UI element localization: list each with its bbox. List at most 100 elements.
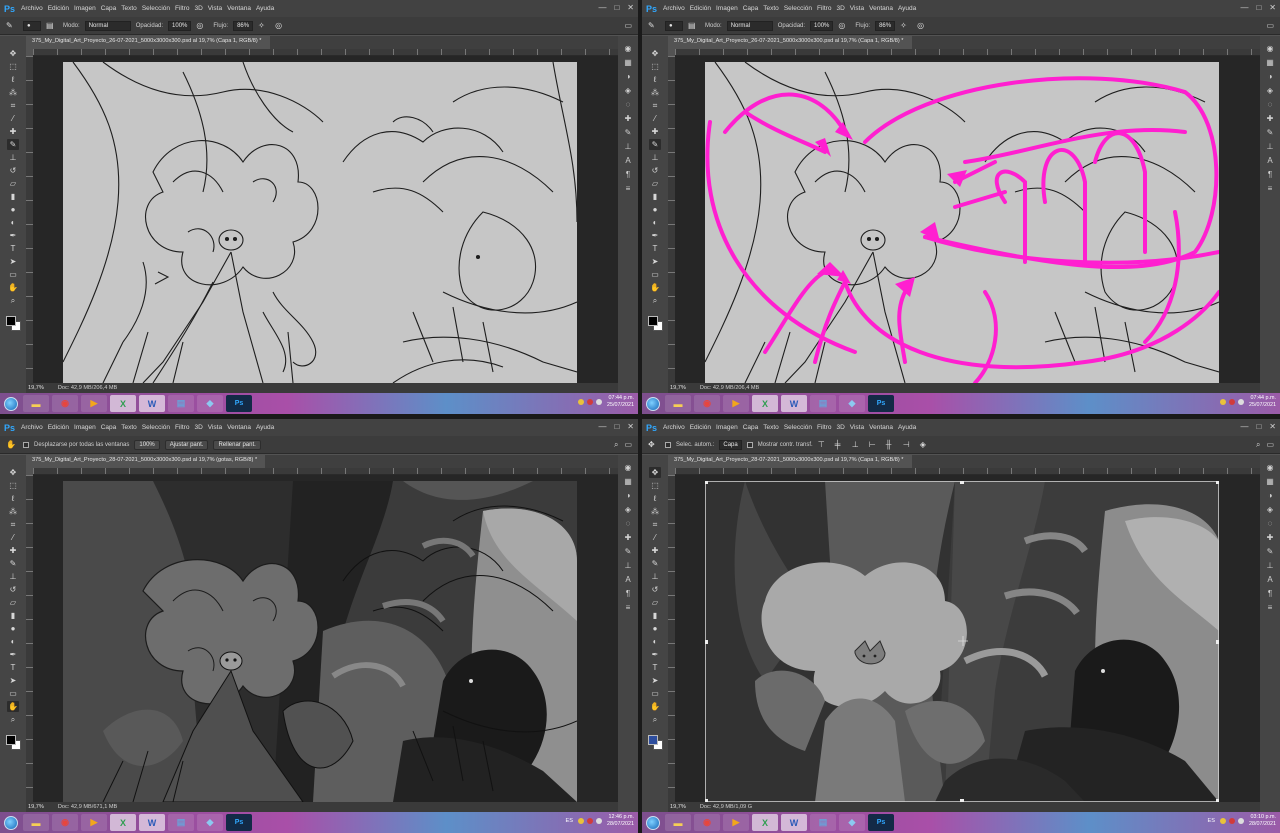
menu-ayuda[interactable]: Ayuda (898, 5, 921, 12)
security-icon[interactable] (1229, 399, 1236, 405)
history-brush-icon[interactable]: ↺ (649, 584, 661, 595)
healing-icon[interactable]: ✚ (649, 545, 661, 556)
menu-ayuda[interactable]: Ayuda (256, 5, 279, 12)
airbrush-icon[interactable]: ✧ (900, 21, 912, 31)
paragraph-icon[interactable]: ¶ (623, 589, 633, 599)
menu-texto[interactable]: Texto (763, 5, 784, 12)
color-panel-icon[interactable]: ◉ (623, 44, 633, 54)
pressure-size-icon[interactable]: ◎ (275, 21, 287, 31)
menu-edicion[interactable]: Edición (48, 424, 74, 431)
minimize-button[interactable]: — (1240, 3, 1248, 12)
blur-icon[interactable]: ● (649, 204, 661, 215)
volume-icon[interactable] (596, 399, 603, 405)
zoom-icon[interactable]: ⌕ (649, 295, 661, 306)
document-tab[interactable]: 375_My_Digital_Art_Proyecto_28-07-2021_5… (668, 455, 912, 468)
menu-edicion[interactable]: Edición (690, 424, 716, 431)
document-tab[interactable]: 375_My_Digital_Art_Proyecto_28-07-2021_5… (26, 455, 266, 468)
move-tool-preset-icon[interactable]: ✥ (648, 440, 660, 450)
eyedropper-icon[interactable]: ⁄ (649, 113, 661, 124)
clock[interactable]: 12:46 p.m. 28/07/2021 (607, 814, 634, 828)
healing-icon[interactable]: ✚ (649, 126, 661, 137)
marquee-icon[interactable]: ⬚ (649, 61, 661, 72)
menu-archivo[interactable]: Archivo (21, 5, 48, 12)
menu-vista[interactable]: Vista (850, 424, 869, 431)
foreground-color-swatch[interactable] (648, 316, 658, 326)
flow-field[interactable]: 86% (233, 20, 254, 31)
clone-stamp-icon[interactable]: ⊥ (7, 152, 19, 163)
hand-icon[interactable]: ✋ (649, 282, 661, 293)
menu-ventana[interactable]: Ventana (869, 424, 898, 431)
align-middle-icon[interactable]: ╪ (835, 440, 847, 450)
menu-imagen[interactable]: Imagen (716, 5, 743, 12)
menu-filtro[interactable]: Filtro (175, 5, 194, 12)
pen-icon[interactable]: ✒ (649, 649, 661, 660)
dodge-icon[interactable]: ◐ (7, 636, 19, 647)
channels-icon[interactable]: ◌ (1265, 519, 1275, 529)
history-brush-icon[interactable]: ↺ (649, 165, 661, 176)
menu-imagen[interactable]: Imagen (74, 424, 101, 431)
media-player-taskbar-icon[interactable]: ▶ (81, 395, 107, 412)
healing-icon[interactable]: ✚ (7, 126, 19, 137)
menu-imagen[interactable]: Imagen (74, 5, 101, 12)
fill-screen-button[interactable]: Rellenar pant. (213, 439, 261, 450)
adjustments-icon[interactable]: ◑ (1265, 491, 1275, 501)
layers-icon[interactable]: ◈ (1265, 505, 1275, 515)
character-icon[interactable]: A (1265, 575, 1275, 585)
eyedropper-icon[interactable]: ⁄ (649, 532, 661, 543)
menu-3d[interactable]: 3D (836, 5, 849, 12)
photoshop-taskbar-icon[interactable]: Ps (868, 814, 894, 831)
maximize-button[interactable]: □ (614, 3, 619, 12)
eraser-icon[interactable]: ▱ (649, 178, 661, 189)
network-icon[interactable] (1220, 818, 1227, 824)
swatches-icon[interactable]: ▦ (623, 58, 633, 68)
minimize-button[interactable]: — (598, 422, 606, 431)
gradient-icon[interactable]: ▮ (649, 610, 661, 621)
type-icon[interactable]: T (7, 243, 19, 254)
menu-vista[interactable]: Vista (208, 424, 227, 431)
canvas-area[interactable] (33, 56, 618, 383)
brush-icon[interactable]: ✎ (7, 139, 19, 150)
layers-icon[interactable]: ◈ (623, 505, 633, 515)
menu-3d[interactable]: 3D (836, 424, 849, 431)
crop-icon[interactable]: ⌗ (649, 519, 661, 530)
channels-icon[interactable]: ◌ (1265, 100, 1275, 110)
start-button[interactable] (2, 395, 20, 412)
hand-tool-preset-icon[interactable]: ✋ (6, 440, 18, 450)
canvas-artwork[interactable] (63, 62, 577, 383)
marquee-icon[interactable]: ⬚ (7, 61, 19, 72)
shape-icon[interactable]: ▭ (649, 269, 661, 280)
menu-capa[interactable]: Capa (743, 424, 764, 431)
menu-edicion[interactable]: Edición (48, 5, 74, 12)
dodge-icon[interactable]: ◐ (7, 217, 19, 228)
menu-ayuda[interactable]: Ayuda (898, 424, 921, 431)
marquee-icon[interactable]: ⬚ (649, 480, 661, 491)
photoshop-taskbar-icon[interactable]: Ps (226, 395, 252, 412)
workspace-icon[interactable]: ▭ (624, 21, 632, 30)
swatches-icon[interactable]: ▦ (1265, 58, 1275, 68)
lasso-icon[interactable]: ℓ (7, 74, 19, 85)
volume-icon[interactable] (596, 818, 603, 824)
eraser-icon[interactable]: ▱ (649, 597, 661, 608)
foreground-color-swatch[interactable] (648, 735, 658, 745)
menu-imagen[interactable]: Imagen (716, 424, 743, 431)
menu-filtro[interactable]: Filtro (817, 424, 836, 431)
chrome-taskbar-icon[interactable]: ◉ (52, 395, 78, 412)
brush-preset-icon[interactable]: ✎ (623, 547, 633, 557)
clone-stamp-icon[interactable]: ⊥ (7, 571, 19, 582)
color-panel-icon[interactable]: ◉ (1265, 44, 1275, 54)
hand-icon[interactable]: ✋ (7, 282, 19, 293)
blur-icon[interactable]: ● (7, 204, 19, 215)
zoom-icon[interactable]: ⌕ (7, 295, 19, 306)
move-icon[interactable]: ✥ (649, 467, 661, 478)
lasso-icon[interactable]: ℓ (7, 493, 19, 504)
shape-icon[interactable]: ▭ (7, 269, 19, 280)
channels-icon[interactable]: ◌ (623, 100, 633, 110)
pressure-size-icon[interactable]: ◎ (917, 21, 929, 31)
brush-icon[interactable]: ✎ (649, 558, 661, 569)
volume-icon[interactable] (1238, 818, 1245, 824)
security-icon[interactable] (587, 399, 594, 405)
canvas-artwork[interactable] (705, 62, 1219, 383)
security-icon[interactable] (587, 818, 594, 824)
menu-ventana[interactable]: Ventana (869, 5, 898, 12)
pen-icon[interactable]: ✒ (649, 230, 661, 241)
